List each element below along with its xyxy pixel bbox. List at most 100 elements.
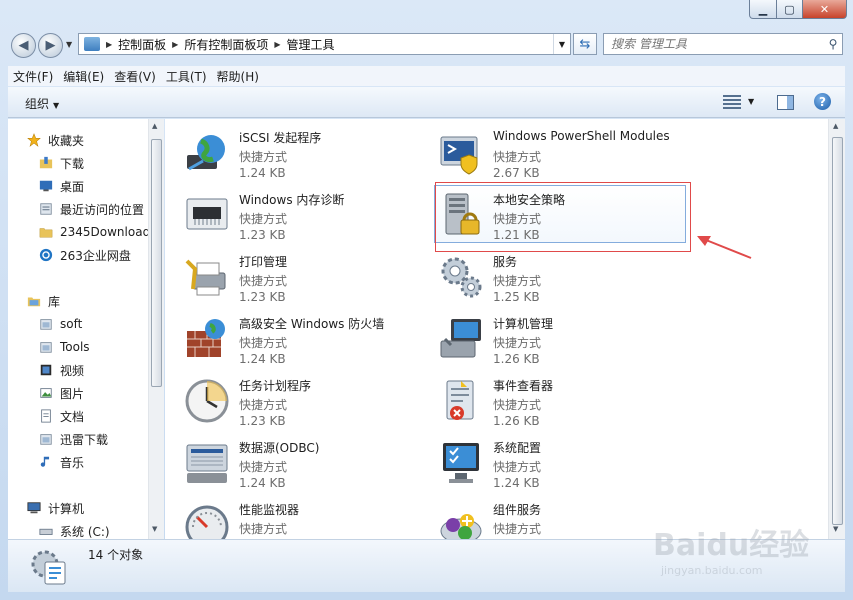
breadcrumb-admin-tools[interactable]: 管理工具 [287, 36, 335, 53]
item-print-management[interactable]: 打印管理 快捷方式 1.23 KB [165, 243, 415, 305]
view-dropdown-icon[interactable]: ▼ [748, 97, 754, 106]
nav-item-downloads[interactable]: 下载 [38, 152, 84, 174]
nav-item-label: 视频 [60, 363, 85, 378]
chevron-right-icon[interactable]: ▶ [172, 40, 178, 49]
item-odbc[interactable]: 数据源(ODBC) 快捷方式 1.24 KB [165, 429, 415, 491]
nav-item-2345downloads[interactable]: 2345Downloads [38, 221, 156, 243]
nav-scrollbar[interactable]: ▲ ▼ [148, 119, 164, 539]
nav-item-label: 下载 [60, 156, 85, 171]
item-component-services[interactable]: 组件服务 快捷方式 [419, 491, 669, 539]
change-view-icon[interactable] [723, 95, 741, 109]
item-name: iSCSI 发起程序 [239, 131, 322, 145]
nav-item-263[interactable]: 263企业网盘 [38, 244, 131, 266]
item-powershell-modules[interactable]: Windows PowerShell Modules 快捷方式 2.67 KB [419, 119, 670, 181]
nav-item-documents[interactable]: 文档 [38, 405, 84, 427]
menu-tools[interactable]: 工具(T) [161, 68, 212, 85]
item-name: Windows PowerShell Modules [493, 129, 670, 143]
nav-libraries[interactable]: 库 [26, 290, 60, 312]
organize-button[interactable]: 组织 ▼ [25, 95, 59, 112]
close-button[interactable]: ✕ [803, 0, 847, 19]
gauge-icon [185, 505, 229, 539]
forward-button[interactable]: ▶ [38, 33, 63, 58]
content-scroll-thumb[interactable] [832, 137, 843, 525]
menu-help[interactable]: 帮助(H) [212, 68, 264, 85]
control-panel-icon [84, 37, 100, 51]
search-input[interactable] [604, 36, 824, 52]
globe-network-icon [187, 135, 225, 171]
minimize-button[interactable]: ▁ [749, 0, 777, 19]
nav-item-label: soft [60, 317, 83, 331]
item-name: 打印管理 [239, 255, 288, 269]
nav-scroll-thumb[interactable] [151, 139, 162, 387]
nav-item-xunlei[interactable]: 迅雷下载 [38, 428, 108, 450]
content-scrollbar[interactable]: ▲ ▼ [828, 119, 845, 539]
chevron-down-icon: ▼ [53, 101, 60, 110]
item-type: 快捷方式 [493, 336, 542, 350]
breadcrumb-all-items[interactable]: 所有控制面板项 [184, 36, 268, 53]
item-system-configuration[interactable]: 系统配置 快捷方式 1.24 KB [419, 429, 669, 491]
odbc-icon [186, 444, 228, 483]
event-viewer-icon [446, 380, 474, 420]
menu-edit[interactable]: 编辑(E) [58, 68, 109, 85]
command-bar: 组织 ▼ ▼ ? [8, 87, 845, 118]
preview-pane-icon[interactable] [777, 95, 794, 110]
item-size: 1.24 KB [239, 476, 286, 490]
item-type: 快捷方式 [493, 150, 542, 164]
address-dropdown-icon[interactable]: ▼ [553, 34, 570, 54]
scroll-up-icon[interactable]: ▲ [833, 122, 838, 130]
item-computer-management[interactable]: 计算机管理 快捷方式 1.26 KB [419, 305, 669, 367]
nav-item-music[interactable]: 音乐 [38, 451, 84, 473]
nav-favorites[interactable]: 收藏夹 [26, 129, 84, 151]
nav-item-tools[interactable]: Tools [38, 336, 90, 358]
refresh-button[interactable]: ⇆ [573, 33, 597, 55]
item-memory-diagnostic[interactable]: Windows 内存诊断 快捷方式 1.23 KB [165, 181, 415, 243]
watermark-logo: Baidu经验 [653, 528, 810, 563]
item-type: 快捷方式 [493, 522, 542, 536]
nav-item-soft[interactable]: soft [38, 313, 82, 335]
scroll-up-icon[interactable]: ▲ [152, 122, 157, 130]
nav-item-label: 系统 (C:) [60, 524, 110, 539]
search-icon[interactable]: ⚲ [824, 37, 842, 51]
nav-item-desktop[interactable]: 桌面 [38, 175, 84, 197]
clock-icon [185, 379, 229, 423]
nav-item-label: 最近访问的位置 [60, 202, 145, 217]
item-task-scheduler[interactable]: 任务计划程序 快捷方式 1.23 KB [165, 367, 415, 429]
menu-file[interactable]: 文件(F) [8, 68, 58, 85]
item-iscsi[interactable]: iSCSI 发起程序 快捷方式 1.24 KB [165, 119, 415, 181]
nav-item-label: 263企业网盘 [60, 248, 131, 263]
recent-pages-dropdown-icon[interactable]: ▼ [66, 40, 72, 49]
item-event-viewer[interactable]: 事件查看器 快捷方式 1.26 KB [419, 367, 669, 429]
search-box[interactable]: ⚲ [603, 33, 843, 55]
item-firewall[interactable]: 高级安全 Windows 防火墙 快捷方式 1.24 KB [165, 305, 415, 367]
picture-icon [40, 388, 52, 398]
breadcrumb-control-panel[interactable]: 控制面板 [118, 36, 166, 53]
admin-tools-icon [31, 550, 66, 585]
item-type: 快捷方式 [239, 460, 288, 474]
video-icon [40, 364, 52, 376]
item-size: 1.23 KB [239, 290, 286, 304]
chevron-right-icon[interactable]: ▶ [274, 40, 280, 49]
item-size: 1.23 KB [239, 228, 286, 242]
scroll-down-icon[interactable]: ▼ [833, 525, 838, 533]
item-type: 快捷方式 [239, 398, 288, 412]
chevron-right-icon[interactable]: ▶ [106, 40, 112, 49]
item-performance-monitor[interactable]: 性能监视器 快捷方式 [165, 491, 415, 539]
nav-item-recent[interactable]: 最近访问的位置 [38, 198, 144, 220]
menu-view[interactable]: 查看(V) [109, 68, 161, 85]
address-bar[interactable]: ▶ 控制面板 ▶ 所有控制面板项 ▶ 管理工具 ▼ [78, 33, 571, 55]
nav-computer[interactable]: 计算机 [26, 497, 84, 519]
maximize-button[interactable]: ▢ [777, 0, 803, 19]
nav-item-label: 桌面 [60, 179, 85, 194]
item-type: 快捷方式 [493, 460, 542, 474]
item-services[interactable]: 服务 快捷方式 1.25 KB [419, 243, 669, 305]
back-button[interactable]: ◀ [11, 33, 36, 58]
nav-item-videos[interactable]: 视频 [38, 359, 84, 381]
scroll-down-icon[interactable]: ▼ [152, 525, 157, 533]
annotation-arrow-icon [697, 236, 752, 259]
navigation-pane: 收藏夹 下载 桌面 最近访问的位置 2345Downloads 263企业网盘 … [8, 119, 164, 539]
nav-item-drive-c[interactable]: 系统 (C:) [38, 520, 110, 539]
help-icon[interactable]: ? [814, 93, 831, 110]
system-config-icon [443, 443, 479, 483]
nav-item-pictures[interactable]: 图片 [38, 382, 84, 404]
printer-icon [185, 259, 226, 296]
